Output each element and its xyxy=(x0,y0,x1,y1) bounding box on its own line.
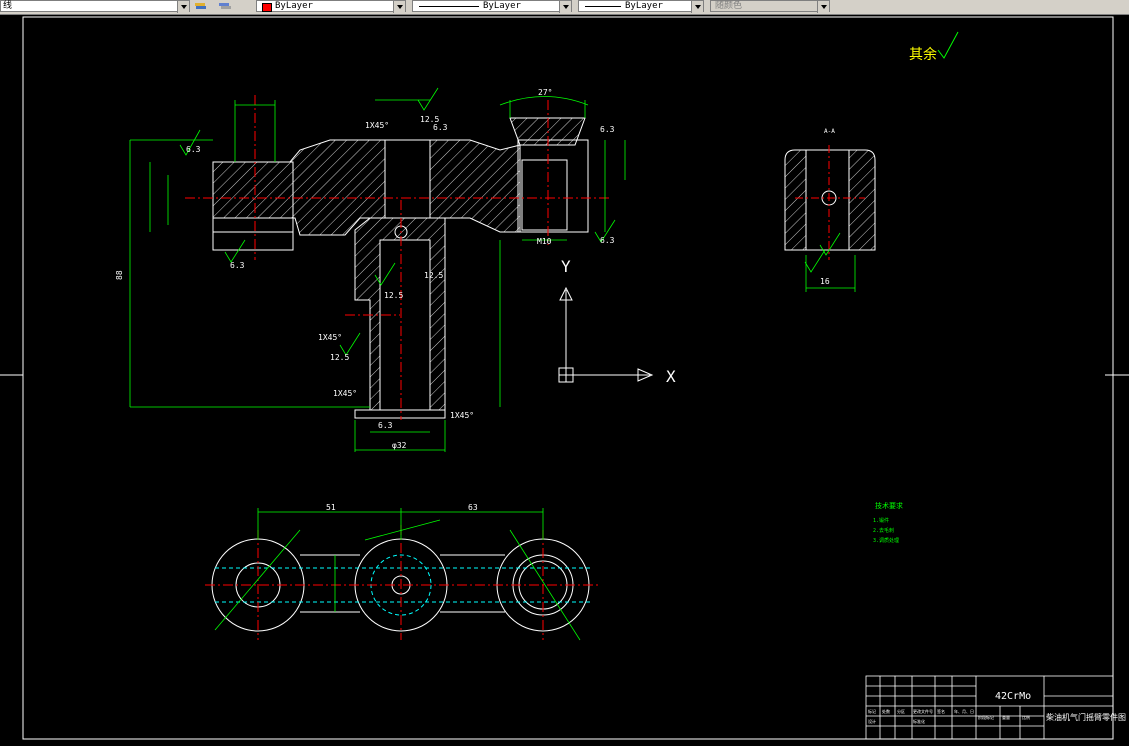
tech-line-3: 3.调质处理 xyxy=(873,537,899,544)
drawing-canvas[interactable]: 其余 27° 1X45° 1X45° 1X45° 1X45° 12.5 12.5… xyxy=(0,15,1129,742)
chevron-down-icon[interactable] xyxy=(817,1,829,13)
chevron-down-icon[interactable] xyxy=(177,1,189,13)
linetype-dropdown[interactable]: ByLayer xyxy=(412,0,572,13)
roughness-r3: 12.5 xyxy=(330,353,349,362)
tech-line-2: 2.去毛刺 xyxy=(873,527,894,534)
tb-label-4: 更改文件号 xyxy=(913,708,933,714)
roughness-note: 其余 xyxy=(909,46,937,63)
tech-title: 技术要求 xyxy=(875,501,903,510)
ucs-icon xyxy=(558,286,654,383)
ucs-axis-y: Y xyxy=(561,257,571,276)
tb-label-3: 分区 xyxy=(897,708,905,714)
chevron-down-icon[interactable] xyxy=(393,1,405,13)
lineweight-sample xyxy=(585,6,621,7)
layer-previous-icon[interactable] xyxy=(218,0,232,12)
tb-label-7: 设计 xyxy=(868,718,876,724)
tech-line-1: 1.锻件 xyxy=(873,517,889,524)
linetype-sample xyxy=(419,6,479,7)
chevron-down-icon[interactable] xyxy=(559,1,571,13)
plotstyle-dropdown[interactable]: 随颜色 xyxy=(710,0,830,13)
tb-label-11: 比例 xyxy=(1022,714,1030,720)
tb-label-9: 阶段标记 xyxy=(978,714,994,720)
roughness-r2: 12.5 xyxy=(384,291,403,300)
dim-phi32: φ32 xyxy=(392,441,407,450)
layer-dropdown[interactable]: 线 xyxy=(0,0,190,13)
tb-label-6: 年、月、日 xyxy=(954,708,974,714)
plotstyle-dropdown-value: 随颜色 xyxy=(715,1,743,11)
roughness-r7: 6.3 xyxy=(600,236,615,245)
layer-manager-icon[interactable] xyxy=(194,0,208,12)
front-view xyxy=(129,87,626,452)
color-dropdown[interactable]: ByLayer xyxy=(256,0,406,13)
roughness-symbol-icon xyxy=(937,31,959,59)
chamfer-3: 1X45° xyxy=(333,389,357,398)
color-dropdown-value: ByLayer xyxy=(275,1,313,11)
chamfer-1: 1X45° xyxy=(365,121,389,130)
roughness-r4: 12.5 xyxy=(424,271,443,280)
cad-drawing[interactable]: 其余 27° 1X45° 1X45° 1X45° 1X45° 12.5 12.5… xyxy=(0,15,1129,742)
ucs-axis-x: X xyxy=(666,367,676,386)
title-material: 42CrMo xyxy=(995,691,1031,702)
top-view xyxy=(205,508,600,641)
section-view xyxy=(784,145,876,292)
tb-label-10: 重量 xyxy=(1002,714,1010,720)
tb-label-1: 标记 xyxy=(868,708,876,714)
layer-dropdown-value: 线 xyxy=(3,1,13,11)
dim-top-right: 63 xyxy=(468,503,478,512)
title-block xyxy=(865,675,1114,740)
roughness-r8: 6.3 xyxy=(433,123,448,132)
dim-m10: M10 xyxy=(537,237,552,246)
lineweight-dropdown-value: ByLayer xyxy=(625,1,663,11)
properties-toolbar: 线 ByLayer ByLayer ByLayer 随颜色 xyxy=(0,0,1129,15)
dim-16: 16 xyxy=(820,277,830,286)
tb-label-8: 标准化 xyxy=(913,718,925,724)
chamfer-4: 1X45° xyxy=(450,411,474,420)
chamfer-2: 1X45° xyxy=(318,333,342,342)
dim-88: 88 xyxy=(115,270,124,280)
section-label: A-A xyxy=(824,128,835,135)
chevron-down-icon[interactable] xyxy=(691,1,703,13)
title-drawing-name: 柴油机气门摇臂零件图 xyxy=(1046,712,1126,722)
linetype-dropdown-value: ByLayer xyxy=(483,1,521,11)
dim-top-left: 51 xyxy=(326,503,336,512)
lineweight-dropdown[interactable]: ByLayer xyxy=(578,0,704,13)
roughness-r10: 6.3 xyxy=(378,421,393,430)
tb-label-5: 签名 xyxy=(937,708,945,714)
tb-label-2: 处数 xyxy=(882,708,890,714)
roughness-r9: 6.3 xyxy=(600,125,615,134)
dim-angle: 27° xyxy=(538,88,552,97)
color-swatch xyxy=(262,3,272,12)
roughness-r6: 6.3 xyxy=(230,261,245,270)
roughness-r5: 6.3 xyxy=(186,145,201,154)
